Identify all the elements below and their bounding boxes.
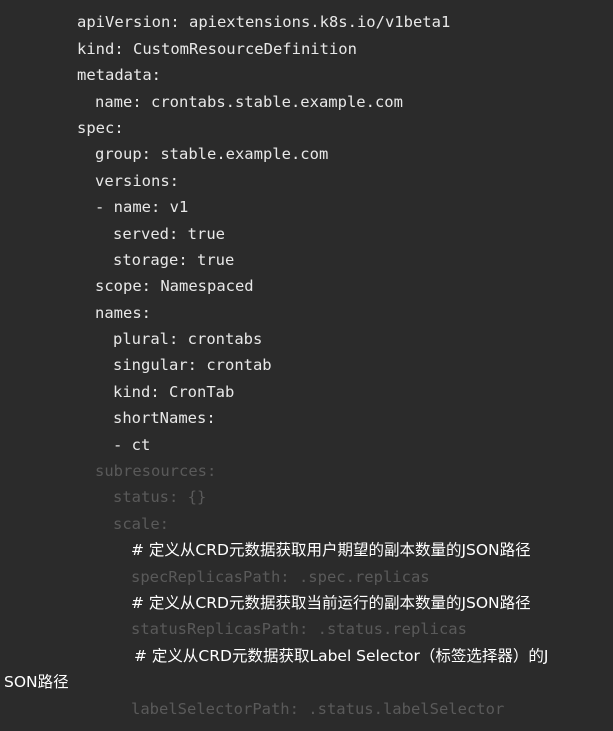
code-line-group: group: stable.example.com xyxy=(95,145,329,163)
code-line-version-name: - name: v1 xyxy=(95,198,189,216)
code-line-scope: scope: Namespaced xyxy=(95,277,254,295)
code-line-label-selector-path: labelSelectorPath: .status.labelSelector xyxy=(131,700,505,718)
code-line-plural: plural: crontabs xyxy=(113,330,263,348)
code-comment-label-selector-wrap: SON路径 xyxy=(4,673,69,691)
code-line-status-replicas-path: statusReplicasPath: .status.replicas xyxy=(131,620,467,638)
code-line-short-names: shortNames: xyxy=(113,409,216,427)
code-line-metadata: metadata: xyxy=(77,66,161,84)
code-comment-spec-replicas: # 定义从CRD元数据获取用户期望的副本数量的JSON路径 xyxy=(131,541,531,559)
code-line-subresources: subresources: xyxy=(95,462,217,480)
code-line-names: names: xyxy=(95,304,151,322)
code-line-api-version: apiVersion: apiextensions.k8s.io/v1beta1 xyxy=(77,13,451,31)
code-line-singular: singular: crontab xyxy=(113,356,272,374)
code-line-spec-replicas-path: specReplicasPath: .spec.replicas xyxy=(131,568,430,586)
code-line-storage: storage: true xyxy=(113,251,235,269)
code-line-served: served: true xyxy=(113,225,225,243)
code-line-short-name-ct: - ct xyxy=(113,436,151,454)
code-line-names-kind: kind: CronTab xyxy=(113,383,235,401)
code-comment-label-selector: # 定义从CRD元数据获取Label Selector（标签选择器）的J xyxy=(134,647,549,665)
code-line-metadata-name: name: crontabs.stable.example.com xyxy=(95,93,403,111)
code-line-spec: spec: xyxy=(77,119,124,137)
code-editor[interactable]: apiVersion: apiextensions.k8s.io/v1beta1… xyxy=(0,0,613,731)
code-comment-status-replicas: # 定义从CRD元数据获取当前运行的副本数量的JSON路径 xyxy=(131,594,531,612)
code-line-scale: scale: xyxy=(113,515,169,533)
code-line-versions: versions: xyxy=(95,172,179,190)
code-line-kind: kind: CustomResourceDefinition xyxy=(77,40,357,58)
code-line-status: status: {} xyxy=(113,488,207,506)
